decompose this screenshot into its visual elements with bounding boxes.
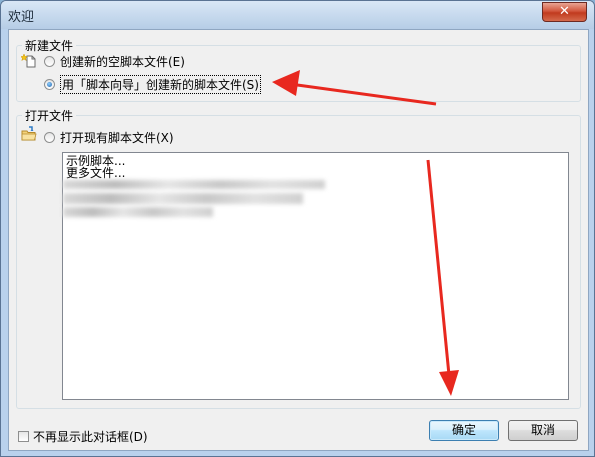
radio-open-existing[interactable]: 打开现有脚本文件(X): [44, 128, 174, 146]
dont-show-again-label: 不再显示此对话框(D): [33, 430, 148, 444]
radio-create-wizard-button[interactable]: [44, 78, 55, 90]
radio-open-existing-label: 打开现有脚本文件(X): [60, 130, 174, 145]
open-folder-icon: [21, 126, 37, 141]
radio-open-existing-button[interactable]: [44, 131, 55, 143]
radio-create-wizard[interactable]: 用「脚本向导」创建新的脚本文件(S): [44, 74, 261, 94]
window-title: 欢迎: [8, 10, 35, 25]
radio-create-wizard-label: 用「脚本向导」创建新的脚本文件(S): [60, 74, 261, 94]
close-icon: ✕: [559, 4, 570, 19]
ok-button[interactable]: 确定: [429, 420, 499, 441]
title-bar[interactable]: 欢迎 ✕: [1, 1, 594, 29]
redacted-file-entries-3: [63, 207, 213, 217]
radio-create-blank-button[interactable]: [44, 55, 55, 67]
open-file-group: 打开文件 打开现有脚本文件(X) 示例脚本... 更多文件...: [16, 107, 581, 409]
radio-create-blank[interactable]: 创建新的空脚本文件(E): [44, 52, 185, 70]
radio-create-blank-label: 创建新的空脚本文件(E): [60, 54, 185, 69]
recent-files-list[interactable]: 示例脚本... 更多文件...: [62, 152, 569, 400]
dialog-body: 新建文件 创建新的空脚本文件(E) 用「脚本向导」创建新的脚本文件(S) 打开文…: [8, 29, 589, 451]
dont-show-again-checkbox[interactable]: [18, 431, 29, 442]
cancel-button[interactable]: 取消: [508, 420, 578, 441]
redacted-file-entries: [63, 180, 325, 189]
welcome-dialog: 欢迎 ✕ 新建文件 创建新的空脚本文件(E) 用「脚本向导」创建新的脚本文件(S…: [0, 0, 595, 457]
open-file-group-label: 打开文件: [22, 107, 77, 124]
close-button[interactable]: ✕: [542, 2, 587, 22]
new-file-icon: [21, 53, 36, 68]
redacted-file-entries-2: [63, 193, 303, 204]
new-file-group: 新建文件 创建新的空脚本文件(E) 用「脚本向导」创建新的脚本文件(S): [16, 37, 581, 102]
dont-show-again[interactable]: 不再显示此对话框(D): [18, 428, 148, 445]
list-item-more-files[interactable]: 更多文件...: [66, 167, 125, 179]
